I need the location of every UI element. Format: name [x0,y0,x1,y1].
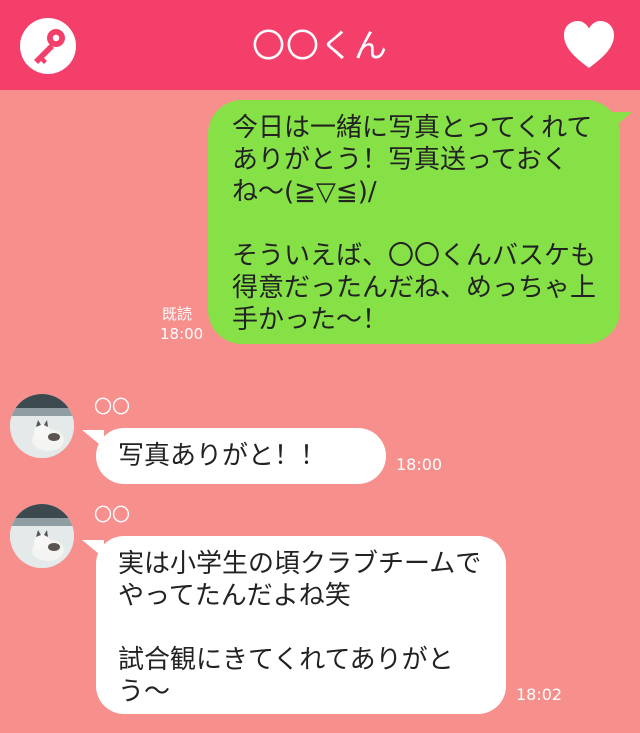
cat-photo [10,504,74,568]
cat-photo [10,394,74,458]
read-receipt: 既読 [162,305,193,323]
my-bubble-tail [606,112,632,134]
my-message-bubble: 今日は一緒に写真とってくれてありがとう！写真送っておくね〜(≧▽≦)/ そういえ… [208,100,620,344]
avatar[interactable] [10,394,74,458]
message-time: 18:02 [516,685,563,704]
heart-icon[interactable] [563,20,615,70]
message-time: 18:00 [160,325,204,343]
chat-header: 〇〇くん [0,0,640,90]
avatar[interactable] [10,504,74,568]
message-time: 18:00 [396,455,443,474]
their-message-bubble: 実は小学生の頃クラブチームでやってたんだよね笑 試合観にきてくれてありがとう〜 [96,536,506,714]
sender-name: 〇〇 [94,505,130,526]
their-message-bubble: 写真ありがと！！ [96,428,386,484]
sender-name: 〇〇 [94,397,130,418]
chat-title: 〇〇くん [252,26,388,65]
